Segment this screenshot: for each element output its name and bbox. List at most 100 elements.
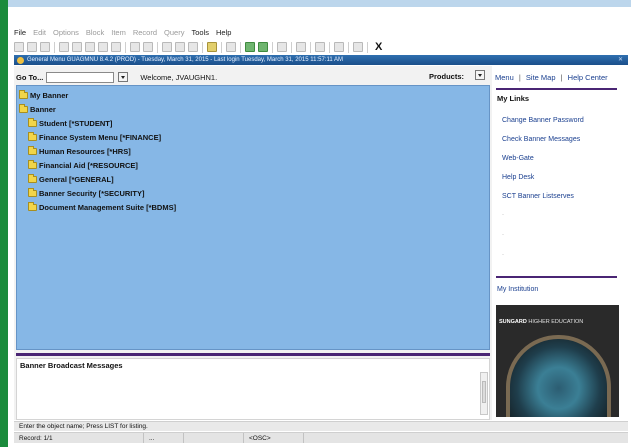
tree-item-human-resources[interactable]: Human Resources [*HRS] xyxy=(28,146,131,156)
insert-record-icon[interactable] xyxy=(111,42,121,52)
top-links: Menu | Site Map | Help Center xyxy=(495,73,608,82)
help-desk-link[interactable]: Help Desk xyxy=(502,174,534,181)
toolbar-divider xyxy=(348,41,349,53)
link-separator: | xyxy=(560,73,563,82)
menu-edit[interactable]: Edit xyxy=(33,28,46,37)
tree-item-banner[interactable]: Banner xyxy=(19,104,56,114)
building-arch-image xyxy=(506,335,611,417)
menu-item[interactable]: Item xyxy=(111,28,126,37)
goto-dropdown-button[interactable] xyxy=(118,72,129,82)
window-controls-icon[interactable]: ✕ xyxy=(618,56,625,63)
users-icon[interactable] xyxy=(207,42,217,52)
folder-icon xyxy=(19,90,28,99)
tree-item-financial-aid[interactable]: Financial Aid [*RESOURCE] xyxy=(28,160,138,170)
toolbar-divider xyxy=(291,41,292,53)
broadcast-scrollbar[interactable] xyxy=(480,372,488,415)
rollback-icon[interactable] xyxy=(27,42,37,52)
remove-record-icon[interactable] xyxy=(188,42,198,52)
tree-item-student[interactable]: Student [*STUDENT] xyxy=(28,118,113,128)
listserves-link[interactable]: SCT Banner Listserves xyxy=(502,193,574,200)
home-icon[interactable] xyxy=(315,42,325,52)
institution-rule xyxy=(496,276,617,278)
folder-icon xyxy=(28,174,37,183)
goto-input[interactable] xyxy=(46,71,115,83)
brand-logo: SUNGARD HIGHER EDUCATION xyxy=(499,319,583,325)
brand-rest: HIGHER EDUCATION xyxy=(526,319,584,325)
panel-divider xyxy=(16,353,490,356)
next-block-icon[interactable] xyxy=(72,42,82,52)
my-links-title: My Links xyxy=(497,94,530,103)
products-label: Products: xyxy=(429,72,465,81)
previous-record-icon[interactable] xyxy=(85,42,95,52)
menu-options[interactable]: Options xyxy=(53,28,79,37)
tree-item-label: Student [*STUDENT] xyxy=(39,119,113,128)
broadcast-title: Banner Broadcast Messages xyxy=(20,361,123,370)
window-title: General Menu GUAGMNU 8.4.2 (PROD) - Tues… xyxy=(27,57,344,63)
record-count: Record: 1/1 xyxy=(14,433,144,443)
print-icon[interactable] xyxy=(40,42,50,52)
tree-item-document-management[interactable]: Document Management Suite [*BDMS] xyxy=(28,202,177,212)
empty-link-dot: · xyxy=(502,252,504,258)
tree-item-label: Banner xyxy=(30,105,56,114)
menu-block[interactable]: Block xyxy=(86,28,104,37)
tree-item-label: Human Resources [*HRS] xyxy=(39,147,131,156)
tree-item-my-banner[interactable]: My Banner xyxy=(19,90,68,100)
menu-help[interactable]: Help xyxy=(216,28,231,37)
exit-icon[interactable]: X xyxy=(375,42,382,53)
status-record-bar: Record: 1/1 ... <OSC> xyxy=(14,432,628,443)
toolbar-divider xyxy=(329,41,330,53)
toolbar-divider xyxy=(202,41,203,53)
menu-tree-panel: My Banner Banner Student [*STUDENT] Fina… xyxy=(16,85,490,350)
menu-file[interactable]: File xyxy=(14,28,26,37)
document-icon[interactable] xyxy=(226,42,236,52)
tree-item-finance[interactable]: Finance System Menu [*FINANCE] xyxy=(28,132,161,142)
window-title-bar: General Menu GUAGMNU 8.4.2 (PROD) - Tues… xyxy=(14,55,628,65)
menu-query[interactable]: Query xyxy=(164,28,184,37)
toolbar-divider xyxy=(125,41,126,53)
help-center-link[interactable]: Help Center xyxy=(568,73,608,82)
toolbar-divider xyxy=(367,41,368,53)
tree-item-label: General [*GENERAL] xyxy=(39,175,114,184)
menu-link[interactable]: Menu xyxy=(495,73,514,82)
tree-item-label: Document Management Suite [*BDMS] xyxy=(39,203,177,212)
menu-tools[interactable]: Tools xyxy=(191,28,209,37)
check-messages-link[interactable]: Check Banner Messages xyxy=(502,136,580,143)
change-password-link[interactable]: Change Banner Password xyxy=(502,117,584,124)
welcome-text: Welcome, JVAUGHN1. xyxy=(140,72,218,82)
lightbulb-icon[interactable] xyxy=(353,42,363,52)
status-hint: Enter the object name; Press LIST for li… xyxy=(19,423,148,430)
scrollbar-thumb[interactable] xyxy=(482,381,486,403)
enter-query-icon[interactable] xyxy=(130,42,140,52)
osc-indicator: <OSC> xyxy=(244,433,304,443)
empty-link-dot: · xyxy=(502,212,504,218)
site-map-link[interactable]: Site Map xyxy=(526,73,556,82)
toolbar-divider xyxy=(54,41,55,53)
my-links-rule xyxy=(496,88,617,90)
toolbar-divider xyxy=(310,41,311,53)
save-icon[interactable] xyxy=(14,42,24,52)
workflow-icon[interactable] xyxy=(296,42,306,52)
list-values-icon[interactable] xyxy=(162,42,172,52)
folder-icon xyxy=(28,118,37,127)
folder-icon xyxy=(28,188,37,197)
web-gate-link[interactable]: Web-Gate xyxy=(502,155,534,162)
brand-bold: SUNGARD xyxy=(499,319,527,325)
tree-item-banner-security[interactable]: Banner Security [*SECURITY] xyxy=(28,188,144,198)
app-icon xyxy=(17,56,24,64)
count-query-icon[interactable] xyxy=(175,42,185,52)
status-dots: ... xyxy=(144,433,184,443)
my-institution-link[interactable]: My Institution xyxy=(497,286,538,293)
attach-icon[interactable] xyxy=(277,42,287,52)
toolbar-divider xyxy=(221,41,222,53)
previous-block-icon[interactable] xyxy=(59,42,69,52)
products-dropdown-button[interactable] xyxy=(475,70,485,80)
extract-icon[interactable] xyxy=(258,42,268,52)
options-icon[interactable] xyxy=(245,42,255,52)
toolbar-divider xyxy=(240,41,241,53)
execute-query-icon[interactable] xyxy=(143,42,153,52)
tree-item-general[interactable]: General [*GENERAL] xyxy=(28,174,114,184)
menu-record[interactable]: Record xyxy=(133,28,157,37)
help-icon[interactable] xyxy=(334,42,344,52)
folder-icon xyxy=(28,146,37,155)
next-record-icon[interactable] xyxy=(98,42,108,52)
